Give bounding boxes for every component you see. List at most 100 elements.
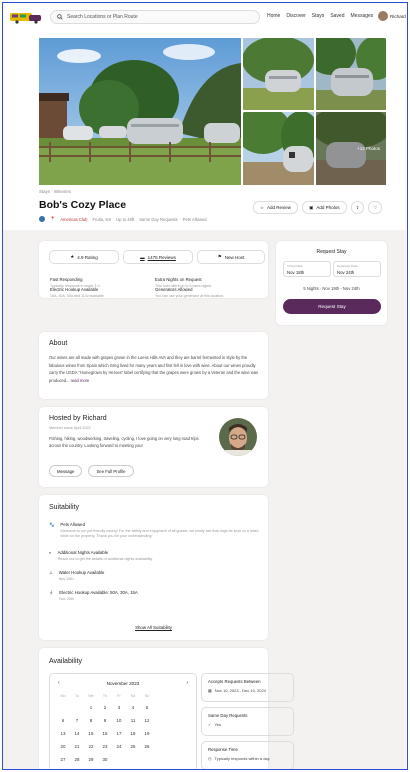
calendar-day[interactable]: 9 (98, 714, 112, 727)
about-text: Our wines are all made with grapes grown… (49, 354, 261, 384)
suit-title: Pets Allowed (60, 522, 85, 527)
calendar-day[interactable] (70, 701, 84, 714)
suit-desc: Nov 20th (59, 597, 75, 601)
calendar-day[interactable]: 16 (98, 727, 112, 740)
main-photo[interactable] (39, 38, 241, 185)
suitability-electric: ⏚ Electric Hookup Available: 50A, 30A, 1… (49, 590, 259, 602)
see-profile-button[interactable]: See Full Profile (88, 465, 134, 477)
calendar-day[interactable]: 26 (140, 740, 154, 753)
gallery-photo-5[interactable]: +12 Photos (316, 112, 386, 185)
length-text: Up to 45ft (116, 216, 135, 222)
stay-summary: 5 Nights · Nov 19th - Nov 24th (303, 286, 360, 291)
check-icon: ✓ (208, 722, 212, 727)
listing-actions: ☆ Add Review ▣ Add Photos ⇪ ♡ (253, 201, 383, 214)
member-since: Member since April 2022 (49, 426, 91, 430)
nav-discover[interactable]: Discover (286, 13, 305, 19)
calendar-day[interactable] (140, 753, 154, 766)
suit-title: Electric Hookup Available: 50A, 30A, 15A (59, 590, 138, 595)
browser-frame: Search Locations or Plan Route Home Disc… (2, 2, 408, 770)
calendar-day[interactable]: 17 (112, 727, 126, 740)
calendar-day[interactable]: 24 (112, 740, 126, 753)
user-menu[interactable]: Richard ▾ (378, 11, 407, 21)
host-avatar[interactable] (219, 418, 257, 456)
same-day-text: Same Day Requests (139, 216, 178, 222)
departure-date-field[interactable]: Departure Date Nov 24th (333, 261, 381, 277)
calendar-day[interactable]: 22 (84, 740, 98, 753)
feature-electric: Electric Hookup Available 15A, 30A, 50A … (50, 287, 105, 298)
calendar-day[interactable]: 13 (56, 727, 70, 740)
calendar-day[interactable]: 7 (70, 714, 84, 727)
share-button[interactable]: ⇪ (350, 201, 365, 214)
calendar-day[interactable]: 6 (56, 714, 70, 727)
calendar-day[interactable]: 30 (98, 753, 112, 766)
request-stay-button[interactable]: Request Stay (283, 299, 381, 314)
avatar (378, 11, 388, 21)
star-icon: ☆ (260, 204, 265, 210)
calendar-day[interactable]: 18 (126, 727, 140, 740)
calendar-day[interactable]: 14 (70, 727, 84, 740)
arrival-date-field[interactable]: Arrival Date Nov 18th (283, 261, 331, 277)
nav-home[interactable]: Home (267, 13, 280, 19)
gallery-photo-4[interactable] (243, 112, 314, 185)
calendar-day[interactable]: 29 (84, 753, 98, 766)
calendar-day[interactable] (112, 753, 126, 766)
calendar-day[interactable]: 4 (126, 701, 140, 714)
calendar-day[interactable]: 5 (140, 701, 154, 714)
calendar-day[interactable]: 11 (126, 714, 140, 727)
nav-messages[interactable]: Messages (351, 13, 374, 19)
search-input[interactable]: Search Locations or Plan Route (50, 10, 260, 24)
favorite-button[interactable]: ♡ (368, 201, 383, 214)
next-month-icon[interactable]: › (186, 680, 188, 686)
feature-title: Generators Allowed (155, 287, 193, 292)
club-logo-icon (39, 216, 45, 222)
calendar-grid: Mo Tu We Th Fr Sa Su 1 2 3 4 5 6 7 8 9 1… (56, 691, 154, 766)
calendar-day[interactable] (126, 753, 140, 766)
about-card: About Our wines are all made with grapes… (39, 332, 268, 399)
add-photos-button[interactable]: ▣ Add Photos (302, 201, 347, 214)
show-all-suitability-link[interactable]: Show All Suitability (39, 625, 268, 630)
calendar-day[interactable]: 10 (112, 714, 126, 727)
calendar-day[interactable]: 15 (84, 727, 98, 740)
suit-desc: Reach out to get the details of addition… (57, 557, 153, 561)
weekday: Mo (60, 694, 66, 698)
nav-saved[interactable]: Saved (330, 13, 344, 19)
calendar-day[interactable]: 23 (98, 740, 112, 753)
club-name[interactable]: Americas Club (60, 217, 87, 222)
calendar-day[interactable]: 28 (70, 753, 84, 766)
breadcrumb[interactable]: Stays · Wineries (39, 189, 71, 194)
plug-icon: ⏚ (49, 590, 54, 595)
calendar-day[interactable]: 20 (56, 740, 70, 753)
moon-icon: ◐ (49, 550, 52, 555)
calendar-day[interactable]: 25 (126, 740, 140, 753)
logo-icon[interactable] (9, 10, 43, 24)
search-placeholder: Search Locations or Plan Route (67, 14, 138, 20)
calendar-day[interactable]: 3 (112, 701, 126, 714)
calendar-day[interactable] (56, 701, 70, 714)
suit-title: Additional Nights Available (57, 550, 109, 555)
chat-icon: ▬ (140, 254, 145, 260)
calendar-day[interactable]: 1 (84, 701, 98, 714)
calendar-day[interactable]: 2 (98, 701, 112, 714)
request-stay-card: Request Stay Arrival Date Nov 18th Depar… (276, 241, 387, 325)
content-area: ★ 4.9 Rating ▬ 1475 Reviews ⚑ New Host Fast… (3, 230, 406, 769)
availability-card: Availability ‹ November 2023 › Mo Tu We … (39, 648, 294, 769)
rating-pill[interactable]: ★ 4.9 Rating (49, 250, 119, 264)
calendar-day[interactable]: 21 (70, 740, 84, 753)
gallery-photo-3[interactable] (316, 38, 386, 110)
suit-desc: Nov 20th (58, 577, 74, 581)
availability-title: Availability (49, 658, 82, 665)
calendar-day[interactable]: 27 (56, 753, 70, 766)
calendar-day[interactable]: 8 (84, 714, 98, 727)
message-button[interactable]: Message (49, 465, 83, 477)
nav-stays[interactable]: Stays (312, 13, 325, 19)
calendar-day[interactable]: 19 (140, 727, 154, 740)
reviews-pill[interactable]: ▬ 1475 Reviews (123, 250, 193, 264)
weekday: We (88, 694, 94, 698)
gallery-photo-2[interactable] (243, 38, 314, 110)
pets-text: Pets Allowed (182, 216, 207, 222)
read-more-link[interactable]: read more (71, 378, 90, 383)
add-review-button[interactable]: ☆ Add Review (253, 201, 299, 214)
weekday: Th (102, 694, 108, 698)
more-photos-label[interactable]: +12 Photos (357, 146, 380, 151)
calendar-day[interactable]: 12 (140, 714, 154, 727)
